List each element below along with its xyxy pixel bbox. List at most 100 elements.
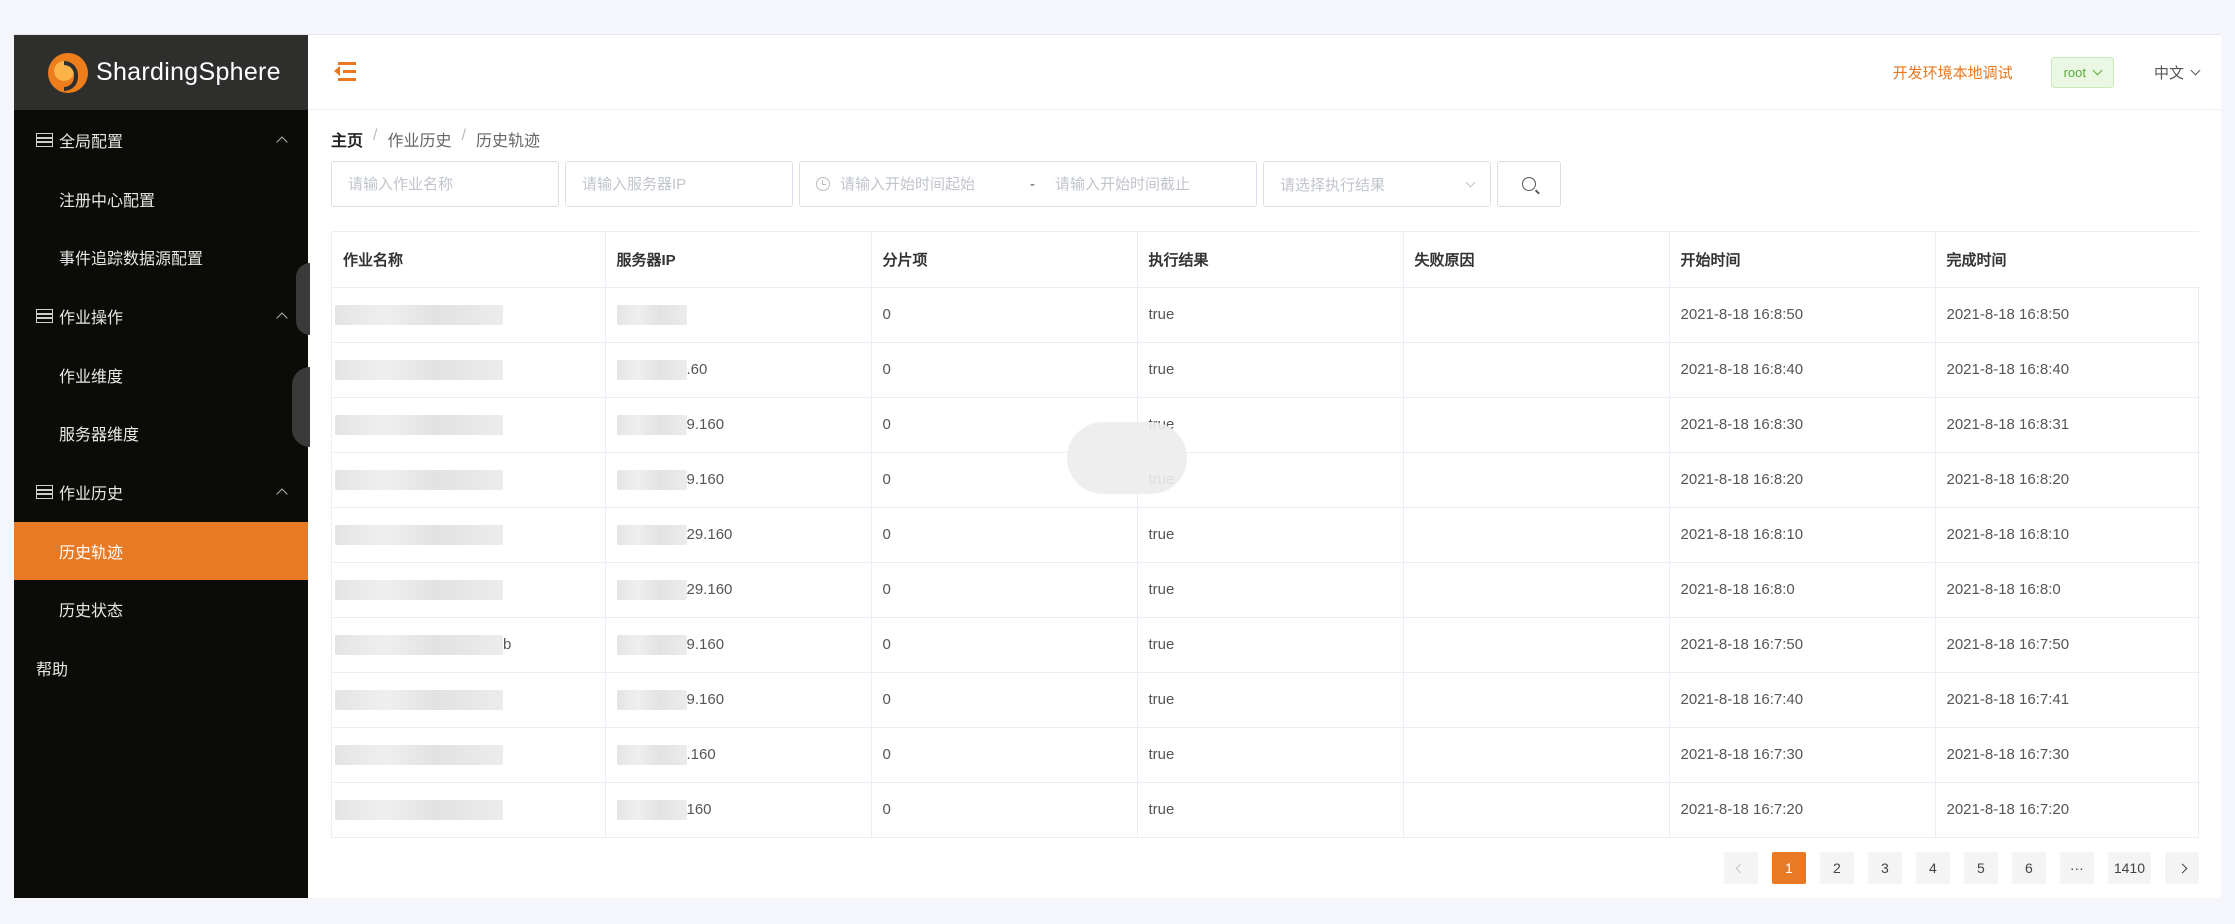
cell-execution-result: true: [1137, 287, 1404, 343]
logo[interactable]: ShardingSphere: [14, 35, 308, 110]
prev-page-button[interactable]: [1723, 852, 1758, 884]
environment-label[interactable]: 开发环境本地调试: [1893, 62, 2013, 83]
cell-sharding-item: 0: [871, 727, 1138, 783]
redacted-text: [335, 799, 503, 820]
sidebar-item-server-dimension[interactable]: 服务器维度: [14, 404, 308, 462]
page-button[interactable]: 1410: [2107, 852, 2151, 884]
start-time-from-input[interactable]: [840, 175, 1010, 193]
column-header-execution-result[interactable]: 执行结果: [1137, 232, 1404, 288]
page-button[interactable]: 3: [1867, 852, 1902, 884]
sidebar-item-event-trace-datasource[interactable]: 事件追踪数据源配置: [14, 228, 308, 286]
cell-start-time: 2021-8-18 16:7:20: [1669, 782, 1936, 837]
cell-failure-cause: [1403, 672, 1670, 728]
redacted-text: [616, 414, 687, 435]
cell-sharding-item: 0: [871, 562, 1138, 618]
cell-server-ip: 9.160: [605, 452, 872, 508]
cell-failure-cause: [1403, 452, 1670, 508]
cell-server-ip: 29.160: [605, 507, 872, 563]
page-button[interactable]: 1: [1771, 852, 1806, 884]
cell-execution-result: true: [1137, 562, 1404, 618]
sidebar-item-help[interactable]: 帮助: [14, 638, 308, 698]
next-page-button[interactable]: [2165, 852, 2199, 884]
redacted-text: [335, 359, 503, 380]
search-icon: [1522, 177, 1536, 191]
cell-start-time: 2021-8-18 16:8:0: [1669, 562, 1936, 618]
table-row: 9.160 0 true 2021-8-18 16:7:40 2021-8-18 16:…: [332, 672, 2200, 728]
redacted-text: [335, 524, 503, 545]
start-time-to-input[interactable]: [1055, 175, 1245, 193]
server-ip-field[interactable]: [565, 161, 793, 207]
execution-result-select[interactable]: 请选择执行结果: [1263, 161, 1491, 207]
redacted-text: [335, 469, 503, 490]
column-header-sharding-item[interactable]: 分片项: [871, 232, 1138, 288]
page-button[interactable]: 2: [1819, 852, 1854, 884]
cell-complete-time: 2021-8-18 16:7:30: [1935, 727, 2200, 783]
job-name-input[interactable]: [348, 175, 542, 193]
cell-server-ip: 29.160: [605, 562, 872, 618]
cell-server-ip: .60: [605, 342, 872, 398]
cell-failure-cause: [1403, 397, 1670, 453]
cell-failure-cause: [1403, 562, 1670, 618]
page-button[interactable]: 4: [1915, 852, 1950, 884]
cell-sharding-item: 0: [871, 782, 1138, 837]
cell-complete-time: 2021-8-18 16:8:0: [1935, 562, 2200, 618]
cell-job-name: [332, 397, 606, 453]
menu-group-job-history[interactable]: 作业历史: [14, 462, 308, 522]
cell-complete-time: 2021-8-18 16:8:20: [1935, 452, 2200, 508]
cell-start-time: 2021-8-18 16:7:40: [1669, 672, 1936, 728]
search-button[interactable]: [1497, 161, 1561, 207]
cell-start-time: 2021-8-18 16:8:30: [1669, 397, 1936, 453]
breadcrumb-home[interactable]: 主页: [331, 127, 363, 151]
sidebar-item-registry-center[interactable]: 注册中心配置: [14, 170, 308, 228]
start-time-range-picker[interactable]: -: [799, 161, 1257, 207]
redacted-text: [616, 469, 687, 490]
cell-complete-time: 2021-8-18 16:8:40: [1935, 342, 2200, 398]
chevron-up-icon: [276, 136, 288, 148]
language-dropdown[interactable]: 中文: [2154, 62, 2201, 83]
menu-fold-icon[interactable]: [334, 62, 356, 82]
cell-start-time: 2021-8-18 16:7:30: [1669, 727, 1936, 783]
cell-sharding-item: 0: [871, 617, 1138, 673]
execution-result-placeholder: 请选择执行结果: [1280, 176, 1386, 194]
server-ip-input[interactable]: [582, 175, 776, 193]
cell-failure-cause: [1403, 617, 1670, 673]
cell-job-name: [332, 287, 606, 343]
column-header-failure-cause[interactable]: 失败原因: [1403, 232, 1670, 288]
table-row: 29.160 0 true 2021-8-18 16:8:10 2021-8-18 16…: [332, 507, 2200, 563]
cell-complete-time: 2021-8-18 16:8:50: [1935, 287, 2200, 343]
user-dropdown[interactable]: root: [2050, 56, 2114, 88]
cell-server-ip: 9.160: [605, 672, 872, 728]
column-header-server-ip[interactable]: 服务器IP: [605, 232, 872, 288]
redacted-text: [616, 359, 687, 380]
column-header-start-time[interactable]: 开始时间: [1669, 232, 1936, 288]
cell-server-ip: 9.160: [605, 397, 872, 453]
sidebar-item-job-dimension[interactable]: 作业维度: [14, 346, 308, 404]
redacted-text: [335, 634, 503, 655]
sidebar-item-history-trace[interactable]: 历史轨迹: [14, 522, 308, 580]
cell-complete-time: 2021-8-18 16:8:31: [1935, 397, 2200, 453]
main-content: 开发环境本地调试 root 中文 主页 / 作业历史 / 历史轨迹 请输入作业名…: [308, 35, 2221, 898]
redacted-text: [616, 579, 687, 600]
cell-failure-cause: [1403, 342, 1670, 398]
page-button[interactable]: 6: [2011, 852, 2046, 884]
column-header-complete-time[interactable]: 完成时间: [1935, 232, 2200, 288]
table-header-row: 作业名称 服务器IP 分片项 执行结果 失败原因 开始时间 完成时间: [332, 232, 2200, 288]
page-button[interactable]: 5: [1963, 852, 1998, 884]
job-name-field[interactable]: [331, 161, 559, 207]
more-pages-button[interactable]: ···: [2059, 852, 2094, 884]
sidebar-item-history-status[interactable]: 历史状态: [14, 580, 308, 638]
cell-failure-cause: [1403, 287, 1670, 343]
redacted-text: [616, 744, 687, 765]
chevron-down-icon: [2092, 65, 2103, 75]
column-header-job-name[interactable]: 作业名称: [332, 232, 606, 288]
menu-group-global-config[interactable]: 全局配置: [14, 110, 308, 170]
cell-start-time: 2021-8-18 16:8:20: [1669, 452, 1936, 508]
menu-group-job-operation[interactable]: 作业操作: [14, 286, 308, 346]
breadcrumb-history-trace: 历史轨迹: [475, 133, 540, 150]
menu-group-label: 作业操作: [59, 310, 124, 327]
table-row: b 9.160 0 true 2021-8-18 16:7:50 2021-8-18 16…: [332, 617, 2200, 673]
redacted-text: [616, 634, 687, 655]
breadcrumb-job-history[interactable]: 作业历史: [387, 127, 451, 151]
chevron-up-icon: [276, 312, 288, 324]
table-row: 9.1600true2021-8-18 16:8:202021-8-18 16:…: [332, 452, 2200, 508]
